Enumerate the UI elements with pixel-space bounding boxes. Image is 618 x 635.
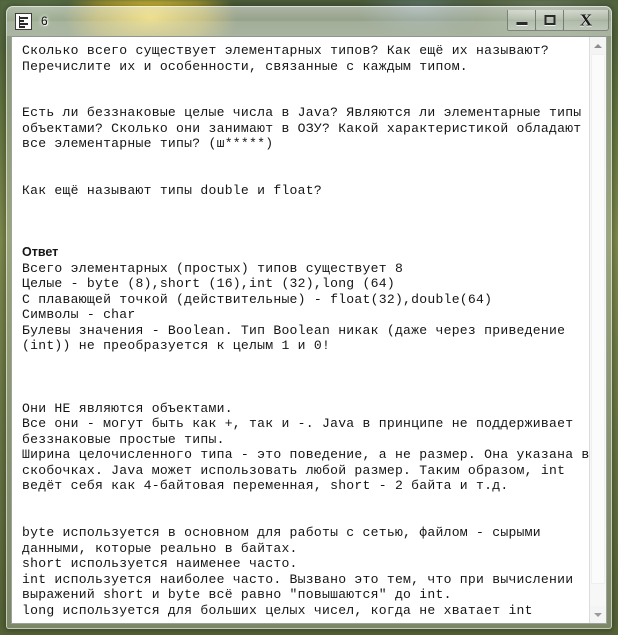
text-line: Всего элементарных (простых) типов сущес… xyxy=(22,260,404,276)
scrollbar-track[interactable] xyxy=(590,54,606,606)
scroll-up-button[interactable] xyxy=(590,37,606,54)
vertical-scrollbar[interactable] xyxy=(589,37,606,623)
text-line: Символы - char xyxy=(22,307,136,323)
text-line xyxy=(22,230,589,246)
scroll-down-button[interactable] xyxy=(590,606,606,623)
text-line xyxy=(22,90,589,106)
text-line: Перечислите их и особенности, связанные … xyxy=(22,58,468,74)
text-line: Есть ли беззнаковые целые числа в Java? … xyxy=(22,105,582,121)
text-line: беззнаковые простые типы. xyxy=(22,431,225,447)
text-line: выражений short и byte всё равно "повыша… xyxy=(22,587,452,603)
text-line xyxy=(22,198,589,214)
text-line: int используется наиболее часто. Вызвано… xyxy=(22,571,574,587)
text-line: Все они - могут быть как +, так и -. Jav… xyxy=(22,416,574,432)
chevron-down-icon xyxy=(594,612,602,617)
text-line xyxy=(22,354,589,370)
text-line: short используется наименее часто. xyxy=(22,556,298,572)
text-line: Сколько всего существует элементарных ти… xyxy=(22,43,549,58)
text-line: Как ещё называют типы double и float? xyxy=(22,182,322,198)
text-line xyxy=(22,385,589,401)
chevron-up-icon xyxy=(594,43,602,48)
text-line xyxy=(22,74,589,90)
notepad-window: 6 X Сколько всего существует элементарны… xyxy=(6,6,612,629)
window-title: 6 xyxy=(41,14,48,28)
text-line xyxy=(22,494,589,510)
window-bottom-frame xyxy=(6,623,612,629)
text-line xyxy=(22,214,589,230)
text-line: объектами? Сколько они занимают в ОЗУ? К… xyxy=(22,120,582,136)
text-line: Они НЕ являются объектами. xyxy=(22,400,233,416)
minimize-icon xyxy=(516,22,527,26)
close-button[interactable]: X xyxy=(563,10,609,31)
client-area: Сколько всего существует элементарных ти… xyxy=(11,36,607,624)
text-line: данными, которые реально в байтах. xyxy=(22,540,298,556)
text-line: Ширина целочисленного типа - это поведен… xyxy=(22,447,589,463)
text-line xyxy=(22,152,589,168)
text-line xyxy=(22,509,589,525)
notepad-document-icon xyxy=(15,13,32,30)
text-line xyxy=(22,167,589,183)
text-line: С плавающей точкой (действительные) - fl… xyxy=(22,291,493,307)
scrollbar-thumb[interactable] xyxy=(591,54,605,584)
text-line: все элементарные типы? (ш*****) xyxy=(22,136,274,152)
text-line: long используется для больших целых чисе… xyxy=(22,602,533,618)
text-line-heading: Ответ xyxy=(22,245,59,260)
close-icon: X xyxy=(579,10,593,30)
text-line: скобочках. Java может использовать любой… xyxy=(22,462,566,478)
window-titlebar[interactable]: 6 X xyxy=(6,6,612,36)
text-line: ведёт себя как 4-байтовая переменная, sh… xyxy=(22,478,509,494)
text-line: (int)) не преобразуется к целым 1 и 0! xyxy=(22,338,331,354)
text-line: Целые - byte (8),short (16),int (32),lon… xyxy=(22,276,395,292)
maximize-icon xyxy=(544,15,555,25)
maximize-button[interactable] xyxy=(535,10,564,31)
text-editor-area[interactable]: Сколько всего существует элементарных ти… xyxy=(12,37,589,623)
text-line xyxy=(22,369,589,385)
text-line: byte используется в основном для работы … xyxy=(22,524,541,540)
text-line: Булевы значения - Boolean. Тип Boolean н… xyxy=(22,322,566,338)
minimize-button[interactable] xyxy=(507,10,536,31)
window-controls: X xyxy=(507,10,609,31)
